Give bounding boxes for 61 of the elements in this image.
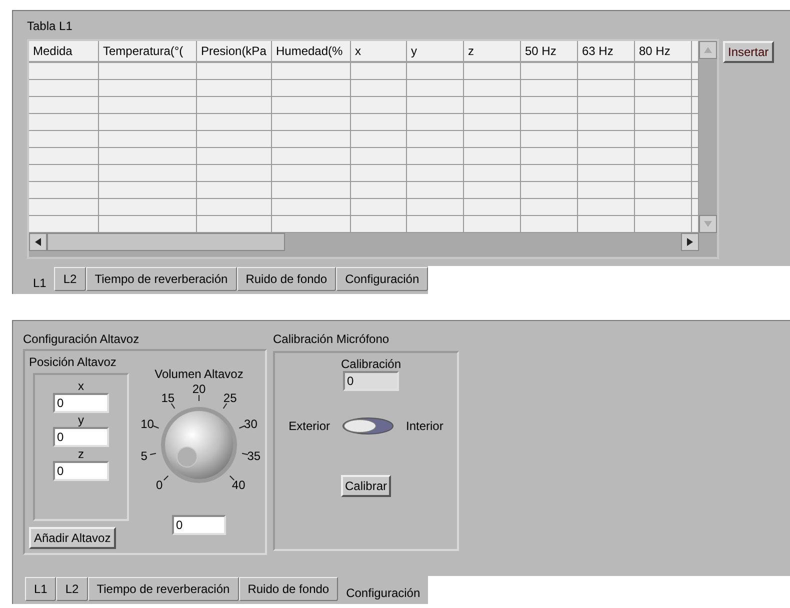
tab[interactable]: Tiempo de reverberación [88,577,239,601]
tick-mark-icon [152,423,160,431]
column-header: Humedad(% [272,41,351,61]
column-header: 50 Hz [521,41,578,61]
column-header: 63 Hz [578,41,635,61]
switch-label: Exterior [288,418,330,435]
table-label: Tabla L1 [27,18,72,35]
group-title: Posición Altavoz [29,355,118,369]
column-header: x [351,41,407,61]
dial-label: 25 [223,391,237,406]
switch-label: Interior [406,418,444,435]
tick-mark-icon [238,423,246,431]
tab[interactable]: Ruido de fondo [238,577,338,601]
insert-button[interactable]: Insertar [723,41,774,63]
left-arrow-icon [35,238,41,246]
column-header: Presion(kPa [197,41,272,61]
tick-mark-icon [221,402,230,410]
dial-label: 15 [161,391,175,406]
field-label: Calibración [340,357,402,371]
input-field[interactable]: 0 [53,393,109,413]
tab[interactable]: Tiempo de reverberación [86,267,237,291]
tab[interactable]: L1 [25,577,56,601]
tab[interactable]: L2 [56,577,88,601]
dial-label: 5 [140,448,148,463]
column-header: 80 Hz [635,41,692,61]
input-field[interactable]: 0 [53,461,109,481]
group-title: Calibración Micrófono [273,331,390,347]
tick-mark-icon [168,402,177,410]
scroll-up-button[interactable] [699,41,717,59]
toggle-switch[interactable] [342,417,394,435]
right-arrow-icon [687,238,693,246]
group-title: Configuración Altavoz [23,331,140,347]
up-arrow-icon [704,47,712,53]
scroll-left-button[interactable] [29,233,47,251]
column-header: y [407,41,464,61]
column-header: z [464,41,521,61]
dial-label: 10 [140,416,154,431]
dial-label: 40 [232,478,246,492]
input-field[interactable]: 0 [172,515,226,535]
tab[interactable]: Ruido de fondo [236,267,336,291]
scrollbar-thumb[interactable] [47,233,285,251]
knob-title: Volumen Altavoz [154,367,244,381]
tab[interactable]: Configuración [336,267,428,291]
input-field[interactable]: 0 [343,371,399,391]
down-arrow-icon [704,221,712,227]
tick-mark-icon [162,474,170,482]
tick-mark-icon [228,474,236,482]
column-header: Medida [29,41,99,61]
field-label: x [78,379,84,393]
dial-label: 20 [192,382,206,396]
column-header: Temperatura(°( [99,41,197,61]
tab[interactable]: L2 [54,267,86,291]
input-field[interactable]: 0 [53,427,109,447]
dial-label: 35 [247,448,261,463]
add-speaker-button[interactable]: Añadir Altavoz [29,527,116,549]
dial-label: 0 [156,478,163,492]
field-label: y [78,413,84,427]
dial-label: 30 [244,416,258,431]
calibrate-button[interactable]: Calibrar [340,475,391,497]
field-label: z [78,447,84,461]
scroll-right-button[interactable] [681,233,699,251]
